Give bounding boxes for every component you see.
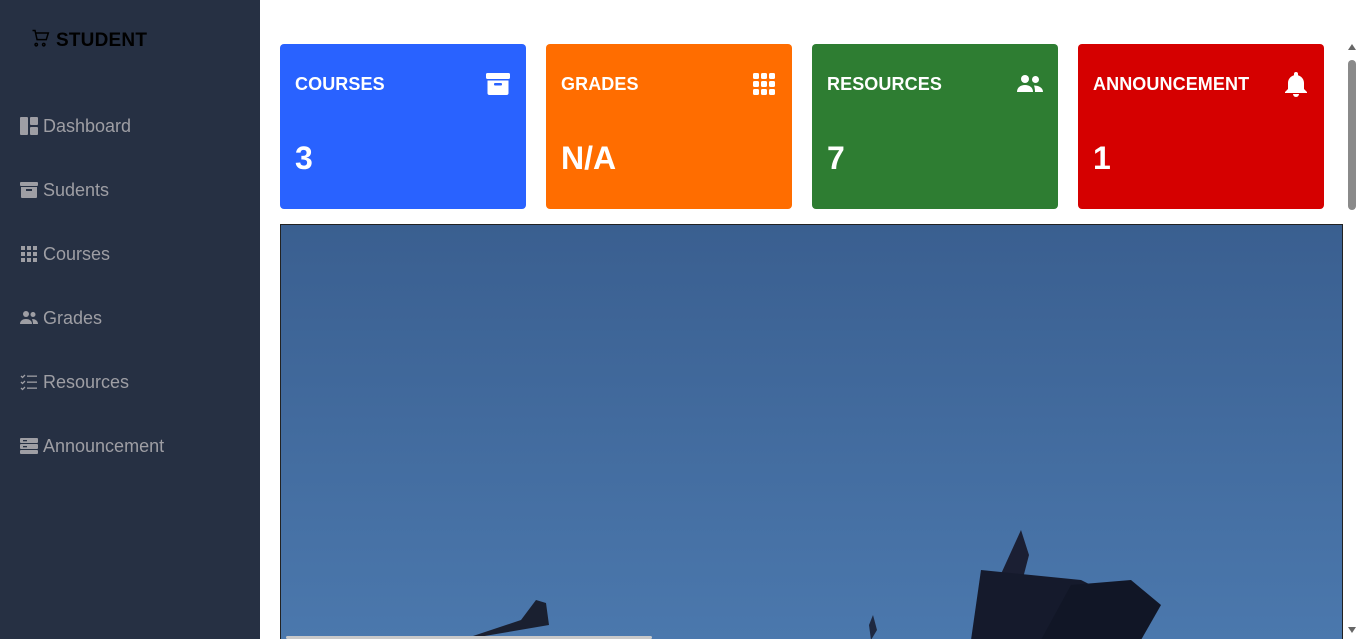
sidebar-item-label: Courses xyxy=(43,243,111,264)
hero-image xyxy=(280,224,1343,639)
sidebar-item-resources[interactable]: Resources xyxy=(0,350,260,414)
horizontal-scrollbar[interactable] xyxy=(280,635,1343,639)
graduation-caps-photo xyxy=(281,225,1342,639)
sidebar-item-label: Announcement xyxy=(43,435,165,456)
card-resources[interactable]: RESOURCES 7 xyxy=(812,44,1058,209)
summary-cards: COURSES 3 GRADES N/A RESOURCES 7 ANNOUNC… xyxy=(280,44,1324,209)
scroll-up-icon[interactable] xyxy=(1348,44,1356,50)
archive-icon xyxy=(485,71,511,97)
brand[interactable]: STUDENT xyxy=(30,28,147,53)
sidebar-item-label: Dashboard xyxy=(43,115,132,136)
sidebar-item-courses[interactable]: Courses xyxy=(0,222,260,286)
vertical-scrollbar[interactable] xyxy=(1344,40,1361,639)
cart-icon xyxy=(30,28,50,53)
sidebar-item-grades[interactable]: Grades xyxy=(0,286,260,350)
card-announcement[interactable]: ANNOUNCEMENT 1 xyxy=(1078,44,1324,209)
card-title: GRADES xyxy=(561,74,639,94)
card-courses[interactable]: COURSES 3 xyxy=(280,44,526,209)
sidebar-nav: Dashboard Sudents Courses Grades Resourc… xyxy=(0,94,260,478)
card-value: N/A xyxy=(561,140,617,176)
card-title: RESOURCES xyxy=(827,74,942,94)
inventory-icon xyxy=(20,437,38,455)
sidebar: STUDENT Dashboard Sudents Courses Grades xyxy=(0,0,260,639)
dashboard-icon xyxy=(20,117,38,135)
card-value: 7 xyxy=(827,140,845,176)
sidebar-item-label: Grades xyxy=(43,307,103,328)
sidebar-item-students[interactable]: Sudents xyxy=(0,158,260,222)
grid-icon xyxy=(751,71,777,97)
scrollbar-thumb[interactable] xyxy=(1348,60,1356,210)
card-value: 1 xyxy=(1093,140,1111,176)
archive-icon xyxy=(20,181,38,199)
main-content: COURSES 3 GRADES N/A RESOURCES 7 ANNOUNC… xyxy=(260,0,1361,639)
scroll-down-icon[interactable] xyxy=(1348,627,1356,633)
card-title: COURSES xyxy=(295,74,385,94)
card-title: ANNOUNCEMENT xyxy=(1093,74,1250,94)
people-icon xyxy=(1017,71,1043,97)
sidebar-item-dashboard[interactable]: Dashboard xyxy=(0,94,260,158)
sidebar-item-label: Resources xyxy=(43,371,130,392)
card-value: 3 xyxy=(295,140,313,176)
sidebar-item-label: Sudents xyxy=(43,179,110,200)
list-check-icon xyxy=(20,373,38,391)
bell-icon xyxy=(1283,71,1309,97)
people-icon xyxy=(20,309,38,327)
sidebar-item-announcement[interactable]: Announcement xyxy=(0,414,260,478)
brand-label: STUDENT xyxy=(56,29,148,51)
grid-icon xyxy=(20,245,38,263)
card-grades[interactable]: GRADES N/A xyxy=(546,44,792,209)
